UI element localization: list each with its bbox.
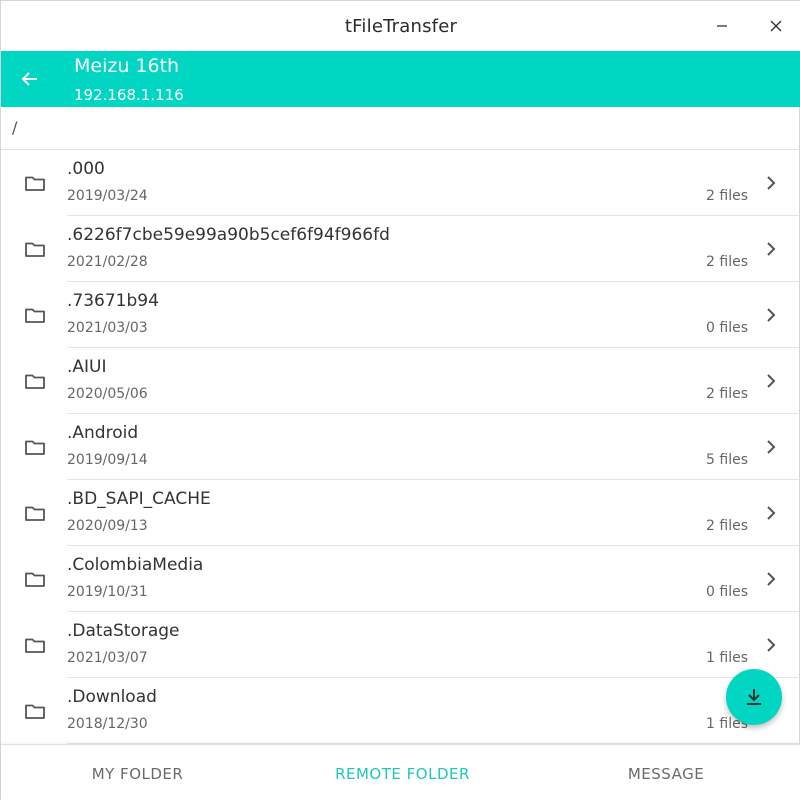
- file-count: 2 files: [706, 254, 748, 270]
- file-name: .Download: [67, 687, 157, 707]
- file-name: .ColombiaMedia: [67, 555, 204, 575]
- current-path: /: [12, 118, 18, 137]
- file-list: .000 2019/03/24 2 files .6226f7cbe59e99a90b…: [1, 150, 800, 744]
- path-bar: /: [1, 107, 800, 150]
- folder-icon: [25, 440, 45, 455]
- bottom-nav: MY FOLDER REMOTE FOLDER MESSAGE: [1, 744, 800, 800]
- chevron-right-icon: [767, 176, 776, 190]
- file-row[interactable]: .ColombiaMedia 2019/10/31 0 files: [1, 546, 800, 612]
- arrow-left-icon: [21, 72, 37, 86]
- file-count: 2 files: [706, 188, 748, 204]
- title-bar: tFileTransfer: [1, 1, 800, 51]
- device-ip: 192.168.1.116: [74, 86, 184, 104]
- file-date: 2021/03/03: [67, 320, 148, 336]
- close-icon: [770, 20, 782, 32]
- file-date: 2019/03/24: [67, 188, 148, 204]
- chevron-right-icon: [767, 638, 776, 652]
- file-date: 2020/09/13: [67, 518, 148, 534]
- minimize-icon: [717, 25, 727, 27]
- device-header: Meizu 16th 192.168.1.116: [1, 51, 800, 107]
- device-name: Meizu 16th: [74, 55, 180, 77]
- window-title: tFileTransfer: [344, 15, 458, 37]
- file-count: 2 files: [706, 518, 748, 534]
- folder-icon: [25, 242, 45, 257]
- file-name: .000: [67, 159, 105, 179]
- folder-icon: [25, 374, 45, 389]
- file-date: 2019/09/14: [67, 452, 148, 468]
- chevron-right-icon: [767, 242, 776, 256]
- file-row[interactable]: .Download 2018/12/30 1 files: [1, 678, 800, 744]
- file-name: .6226f7cbe59e99a90b5cef6f94f966fd: [67, 225, 390, 245]
- file-row[interactable]: .6226f7cbe59e99a90b5cef6f94f966fd 2021/02…: [1, 216, 800, 282]
- file-date: 2021/03/07: [67, 650, 148, 666]
- file-row[interactable]: .73671b94 2021/03/03 0 files: [1, 282, 800, 348]
- file-date: 2018/12/30: [67, 716, 148, 732]
- folder-icon: [25, 506, 45, 521]
- file-count: 0 files: [706, 584, 748, 600]
- file-row[interactable]: .000 2019/03/24 2 files: [1, 150, 800, 216]
- file-count: 1 files: [706, 650, 748, 666]
- file-name: .Android: [67, 423, 139, 443]
- download-button[interactable]: [726, 669, 782, 725]
- app-window: tFileTransfer Meizu 16th 192.168.1.116 /…: [0, 0, 800, 800]
- folder-icon: [25, 176, 45, 191]
- tab-my-folder[interactable]: MY FOLDER: [1, 745, 274, 800]
- file-name: .AIUI: [67, 357, 107, 377]
- chevron-right-icon: [767, 506, 776, 520]
- folder-icon: [25, 572, 45, 587]
- file-row[interactable]: .Android 2019/09/14 5 files: [1, 414, 800, 480]
- file-name: .BD_SAPI_CACHE: [67, 489, 211, 509]
- chevron-right-icon: [767, 440, 776, 454]
- file-count: 5 files: [706, 452, 748, 468]
- file-count: 2 files: [706, 386, 748, 402]
- folder-icon: [25, 308, 45, 323]
- file-name: .73671b94: [67, 291, 159, 311]
- file-date: 2019/10/31: [67, 584, 148, 600]
- folder-icon: [25, 704, 45, 719]
- minimize-button[interactable]: [709, 13, 735, 39]
- file-row[interactable]: .AIUI 2020/05/06 2 files: [1, 348, 800, 414]
- close-button[interactable]: [763, 13, 789, 39]
- chevron-right-icon: [767, 308, 776, 322]
- file-row[interactable]: .DataStorage 2021/03/07 1 files: [1, 612, 800, 678]
- tab-remote-folder[interactable]: REMOTE FOLDER: [274, 745, 531, 800]
- chevron-right-icon: [767, 572, 776, 586]
- file-date: 2021/02/28: [67, 254, 148, 270]
- back-button[interactable]: [15, 64, 45, 94]
- file-count: 0 files: [706, 320, 748, 336]
- download-icon: [747, 689, 761, 705]
- tab-message[interactable]: MESSAGE: [531, 745, 800, 800]
- file-date: 2020/05/06: [67, 386, 148, 402]
- chevron-right-icon: [767, 374, 776, 388]
- file-name: .DataStorage: [67, 621, 180, 641]
- folder-icon: [25, 638, 45, 653]
- file-row[interactable]: .BD_SAPI_CACHE 2020/09/13 2 files: [1, 480, 800, 546]
